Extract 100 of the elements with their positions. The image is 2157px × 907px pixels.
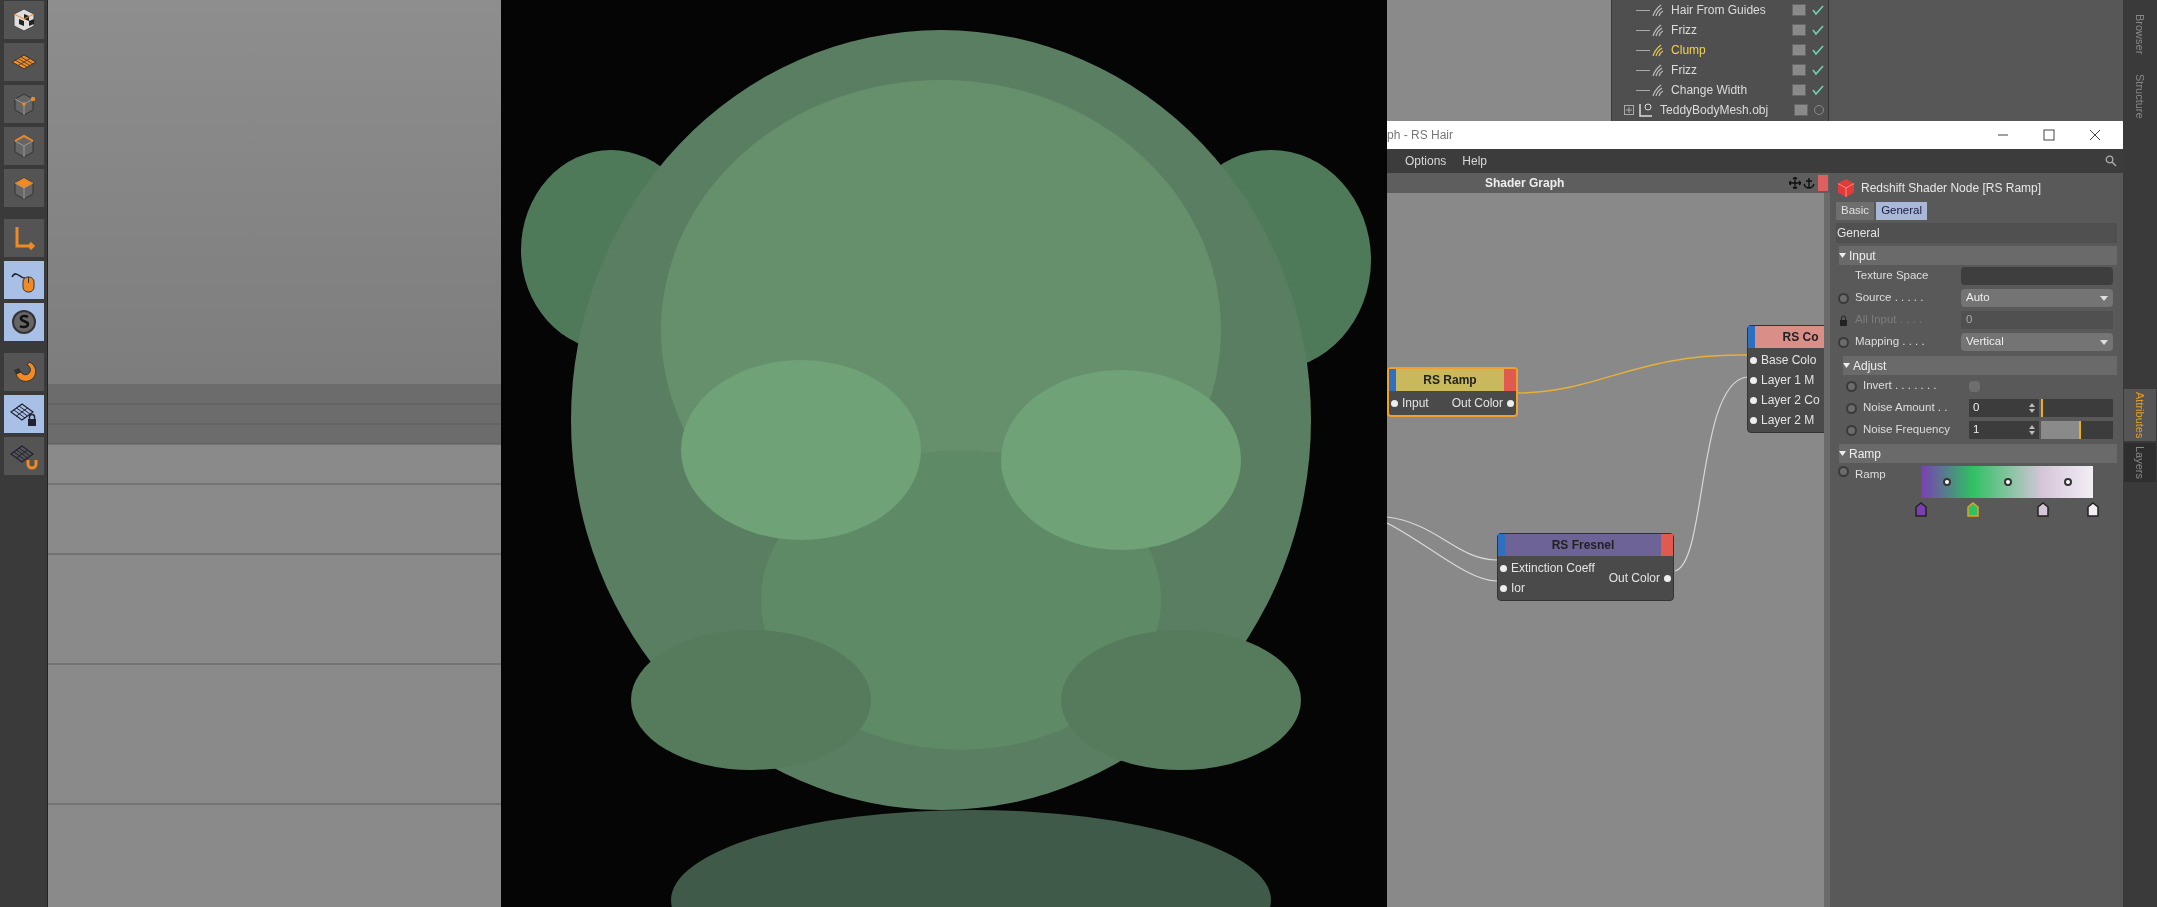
animate-toggle[interactable] [1846, 424, 1857, 436]
lock-icon [1838, 314, 1849, 326]
gradient-ramp[interactable] [1921, 466, 2093, 498]
group-header[interactable]: Adjust [1843, 356, 2117, 375]
animate-toggle[interactable] [1846, 380, 1857, 392]
port-label: Layer 1 M [1761, 372, 1815, 389]
interpolation-handle[interactable] [1942, 478, 1951, 486]
close-icon[interactable] [2089, 129, 2101, 141]
input-port[interactable] [1750, 376, 1757, 384]
port-label: Input [1402, 395, 1429, 412]
tool-button[interactable] [3, 261, 44, 299]
side-tab[interactable]: Structure [2123, 74, 2157, 119]
side-tab[interactable]: Layers [2123, 443, 2157, 483]
input-port[interactable] [1750, 396, 1757, 404]
collapse-triangle-icon [1839, 253, 1846, 258]
checkmark-icon[interactable] [1812, 84, 1825, 96]
group-title: Ramp [1849, 445, 1881, 463]
visibility-toggle[interactable] [1792, 24, 1807, 36]
object-name[interactable]: Frizz [1671, 21, 1698, 39]
attribute-label: Mapping . . . . [1855, 334, 1926, 350]
checkmark-icon[interactable] [1812, 44, 1825, 56]
visibility-toggle[interactable] [1792, 84, 1807, 96]
visibility-toggle[interactable] [1792, 64, 1807, 76]
color-knot[interactable] [2087, 502, 2099, 517]
color-knot[interactable] [1915, 502, 1927, 517]
number-field[interactable]: 1 [1969, 421, 2039, 439]
object-name[interactable]: Change Width [1671, 81, 1748, 99]
input-port[interactable] [1750, 416, 1757, 424]
animate-toggle[interactable] [1838, 336, 1849, 348]
number-field[interactable]: 0 [1969, 399, 2039, 417]
animate-toggle[interactable] [1838, 466, 1849, 477]
slider-track[interactable] [2041, 399, 2113, 417]
tab[interactable]: General [1876, 202, 1928, 220]
menu-item[interactable]: Options [1405, 152, 1447, 170]
shader-node[interactable]: RS Fresnel Extinction Coeff Ior Out Color [1497, 533, 1674, 601]
move-icon[interactable] [1789, 177, 1801, 189]
port-label: Base Colo [1761, 352, 1817, 369]
slider-fill[interactable] [2041, 421, 2081, 439]
tool-button[interactable] [3, 437, 44, 475]
object-name[interactable]: Clump [1671, 41, 1706, 59]
tool-button[interactable] [3, 303, 44, 341]
port-label: Layer 2 M [1761, 412, 1815, 429]
side-tab[interactable]: Attributes [2123, 389, 2157, 442]
input-port[interactable] [1500, 584, 1507, 592]
checkmark-icon[interactable] [1812, 64, 1825, 76]
collapse-triangle-icon [1839, 451, 1846, 456]
color-knot[interactable] [2037, 502, 2050, 517]
group-title: Input [1849, 247, 1876, 265]
cube-icon [1836, 178, 1856, 198]
output-port[interactable] [1507, 399, 1514, 407]
node-preview-swatch[interactable] [1504, 369, 1516, 391]
attribute-label: Noise Frequency [1863, 422, 1951, 438]
animate-toggle[interactable] [1846, 402, 1857, 414]
dropdown-arrow-icon [2100, 339, 2108, 345]
side-tab[interactable]: Browser [2123, 14, 2157, 55]
interpolation-handle[interactable] [2064, 478, 2073, 486]
shader-node[interactable]: RS Ramp Input Out Color [1387, 367, 1518, 417]
checkmark-icon[interactable] [1812, 4, 1825, 16]
visibility-toggle[interactable] [1792, 44, 1807, 56]
visibility-toggle[interactable] [1792, 4, 1807, 16]
tool-button[interactable] [3, 395, 44, 433]
collapse-triangle-icon [1843, 363, 1850, 368]
input-port[interactable] [1391, 399, 1398, 407]
anchor-icon[interactable] [1803, 177, 1815, 189]
interpolation-handle[interactable] [2003, 478, 2012, 486]
port-label: Ior [1511, 580, 1525, 597]
section-header: General [1836, 223, 2117, 243]
spinner-arrows-icon[interactable] [2029, 403, 2035, 413]
dropdown[interactable]: Vertical [1961, 333, 2113, 351]
maximize-icon[interactable] [2043, 129, 2055, 141]
attribute-label: Source . . . . . [1855, 290, 1925, 306]
expand-plus-icon[interactable] [1624, 105, 1635, 115]
dropdown[interactable]: Auto [1961, 289, 2113, 307]
tool-button[interactable] [3, 1, 44, 39]
group-title: Adjust [1853, 357, 1887, 375]
menu-item[interactable]: Help [1462, 152, 1488, 170]
visibility-toggle[interactable] [1794, 104, 1809, 116]
object-name[interactable]: Frizz [1671, 61, 1698, 79]
shader-node[interactable]: RS Co Base Colo Layer 1 M Layer 2 Co Layer 2 M [1747, 325, 1824, 433]
port-label: Out Color [1608, 570, 1660, 587]
animate-toggle[interactable] [1838, 292, 1849, 304]
slider-track[interactable] [2041, 421, 2113, 439]
checkmark-icon[interactable] [1812, 24, 1825, 36]
object-name[interactable]: TeddyBodyMesh.obj [1660, 101, 1769, 119]
search-icon[interactable] [2105, 155, 2117, 167]
node-preview-swatch[interactable] [1661, 534, 1673, 556]
node-type-title: Redshift Shader Node [RS Ramp] [1861, 180, 2042, 197]
texture-space-field[interactable] [1961, 267, 2113, 285]
window-title: ph - RS Hair [1387, 127, 1454, 144]
color-knot[interactable] [1966, 502, 1979, 517]
input-port[interactable] [1500, 564, 1507, 572]
graph-color-swatch[interactable] [1818, 175, 1828, 191]
port-label: Extinction Coeff [1511, 560, 1595, 577]
tab[interactable]: Basic [1836, 202, 1875, 220]
spinner-arrows-icon[interactable] [2029, 425, 2035, 435]
output-port[interactable] [1664, 574, 1671, 582]
input-port[interactable] [1750, 356, 1757, 364]
group-header[interactable]: Input [1839, 246, 2117, 265]
group-header[interactable]: Ramp [1839, 444, 2117, 463]
object-name[interactable]: Hair From Guides [1671, 1, 1766, 19]
